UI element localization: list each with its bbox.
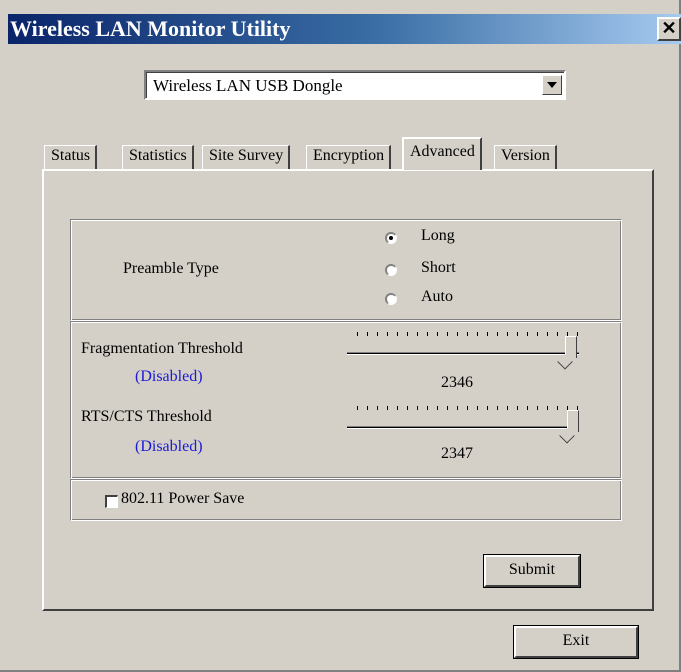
tab-status[interactable]: Status: [44, 145, 98, 169]
preamble-auto-label[interactable]: Auto: [421, 288, 453, 306]
rts-cts-status: (Disabled): [135, 438, 203, 455]
preamble-label: Preamble Type: [123, 260, 219, 277]
rts-cts-slider[interactable]: [347, 402, 587, 436]
close-button[interactable]: ✕: [657, 17, 681, 41]
tab-statistics[interactable]: Statistics: [122, 145, 194, 169]
chevron-down-icon[interactable]: [542, 75, 562, 95]
fragmentation-slider-thumb[interactable]: [565, 336, 577, 358]
window-title: Wireless LAN Monitor Utility: [10, 16, 291, 41]
fragmentation-status: (Disabled): [135, 368, 203, 385]
tab-advanced[interactable]: Advanced: [402, 137, 482, 170]
tab-version[interactable]: Version: [494, 145, 557, 169]
main-window: Wireless LAN Monitor Utility ✕ Wireless …: [0, 0, 681, 672]
fragmentation-label: Fragmentation Threshold: [81, 340, 243, 357]
fragmentation-value: 2346: [441, 374, 473, 391]
tab-site-survey[interactable]: Site Survey: [202, 145, 291, 169]
advanced-panel: Preamble Type Long Short Auto Fragmentat…: [42, 169, 654, 611]
client-area: Wireless LAN USB Dongle Status Statistic…: [8, 44, 679, 670]
rts-cts-value: 2347: [441, 445, 473, 462]
preamble-long-label[interactable]: Long: [421, 227, 455, 245]
preamble-short-label[interactable]: Short: [421, 259, 456, 277]
device-dropdown[interactable]: Wireless LAN USB Dongle: [144, 70, 566, 100]
tab-encryption[interactable]: Encryption: [306, 145, 392, 169]
power-save-group: 802.11 Power Save: [70, 479, 622, 521]
power-save-label[interactable]: 802.11 Power Save: [121, 490, 244, 508]
close-icon: ✕: [661, 18, 677, 38]
threshold-group: Fragmentation Threshold (Disabled) 2346 …: [70, 321, 622, 479]
title-bar[interactable]: Wireless LAN Monitor Utility ✕: [8, 14, 681, 44]
rts-cts-label: RTS/CTS Threshold: [81, 408, 212, 425]
preamble-group: Preamble Type Long Short Auto: [70, 219, 622, 321]
fragmentation-slider[interactable]: [347, 328, 587, 362]
preamble-short-radio[interactable]: [385, 264, 397, 276]
exit-button[interactable]: Exit: [513, 625, 639, 659]
rts-cts-slider-thumb[interactable]: [567, 410, 579, 432]
power-save-checkbox[interactable]: [105, 495, 118, 508]
submit-button[interactable]: Submit: [483, 554, 581, 588]
preamble-long-radio[interactable]: [385, 232, 397, 244]
device-dropdown-value: Wireless LAN USB Dongle: [153, 76, 343, 95]
preamble-auto-radio[interactable]: [385, 293, 397, 305]
